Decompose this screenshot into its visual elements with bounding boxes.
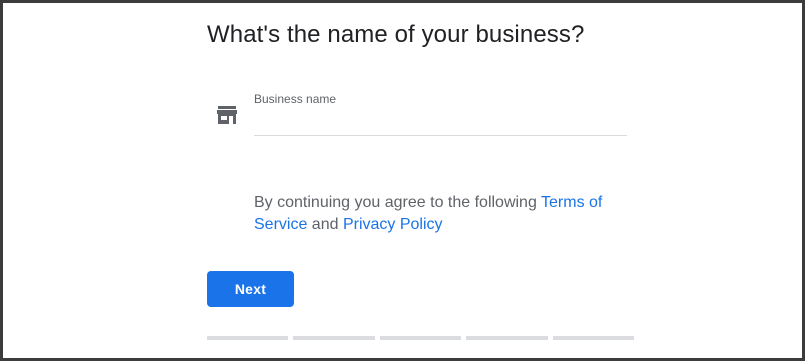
progress-step bbox=[379, 336, 462, 340]
progress-step bbox=[552, 336, 635, 340]
progress-step bbox=[293, 336, 375, 340]
business-name-label: Business name bbox=[254, 92, 337, 106]
terms-prefix: By continuing you agree to the following bbox=[254, 194, 542, 211]
terms-conjunction: and bbox=[307, 216, 343, 233]
onboarding-window: What's the name of your business? Busine… bbox=[0, 0, 805, 361]
next-button[interactable]: Next bbox=[207, 271, 294, 307]
progress-step bbox=[466, 336, 548, 340]
progress-step bbox=[207, 336, 289, 340]
progress-indicator bbox=[207, 336, 635, 340]
storefront-icon bbox=[217, 106, 237, 124]
terms-text: By continuing you agree to the following… bbox=[254, 192, 634, 236]
page-title: What's the name of your business? bbox=[207, 21, 585, 48]
privacy-policy-link[interactable]: Privacy Policy bbox=[343, 216, 443, 233]
business-name-input[interactable] bbox=[254, 108, 627, 136]
